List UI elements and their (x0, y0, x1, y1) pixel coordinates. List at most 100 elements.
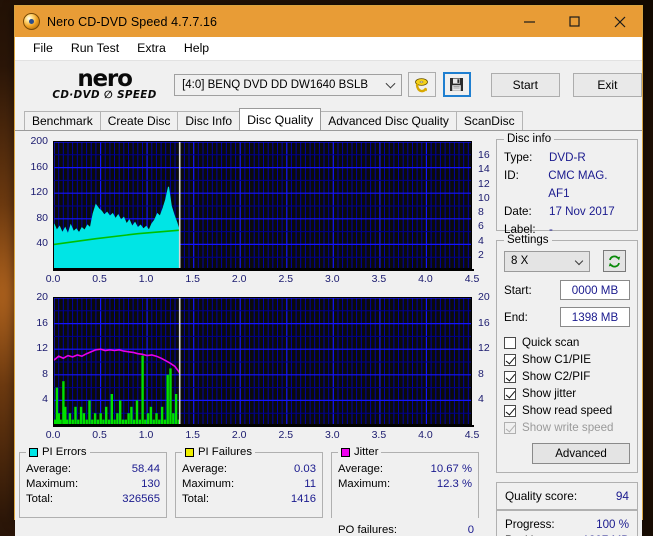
checkbox-show-jitter[interactable]: Show jitter (504, 385, 630, 402)
checkbox-show-write-speed: Show write speed (504, 419, 630, 436)
x-tick-label: 2.5 (278, 273, 294, 285)
drive-select[interactable]: [4:0] BENQ DVD DD DW1640 BSLB (174, 73, 402, 96)
window-title: Nero CD-DVD Speed 4.7.7.16 (47, 14, 218, 29)
y-tick-label: 16 (36, 316, 48, 329)
menu-help[interactable]: Help (175, 39, 218, 57)
jitter-legend: Jitter (338, 446, 382, 458)
tab-benchmark[interactable]: Benchmark (24, 111, 101, 130)
pi-failures-x-axis: 0.0 0.5 1.0 1.5 2.0 2.5 3.0 3.5 4.0 4.5 (19, 429, 506, 443)
close-icon[interactable] (597, 6, 642, 37)
window-controls (507, 6, 642, 37)
stat-row: Average: 10.67 % (338, 462, 472, 477)
pi-errors-plot-area (53, 141, 472, 269)
minimize-icon[interactable] (507, 6, 552, 37)
pi-errors-color-swatch (29, 447, 38, 457)
pi-failures-plot-area (53, 297, 472, 425)
menu-file[interactable]: File (24, 39, 62, 57)
x-tick-label: 1.0 (138, 273, 154, 285)
save-button[interactable] (442, 72, 471, 97)
pi-failures-x-axis-line (53, 425, 474, 427)
pi-errors-maximum-value: 130 (141, 478, 160, 490)
y2-tick-label: 16 (478, 316, 490, 329)
end-label: End: (504, 310, 528, 324)
po-failures-label: PO failures: (338, 524, 398, 536)
tab-disc-info[interactable]: Disc Info (177, 111, 241, 130)
checkbox-icon (504, 387, 516, 400)
jitter-maximum-value: 12.3 % (436, 478, 472, 490)
progress-row: Progress: 100 % (505, 517, 629, 533)
y2-tick-label: 2 (478, 248, 484, 261)
speed-row: 8 X (504, 250, 630, 272)
progress-box: Progress: 100 % Position: 1397 MB Speed:… (496, 510, 638, 536)
maximize-icon[interactable] (552, 6, 597, 37)
pi-failures-maximum-value: 11 (304, 478, 316, 490)
checkbox-label: Show write speed (522, 421, 614, 434)
refresh-button[interactable] (603, 250, 626, 272)
logo-subtitle: CD·DVD ∅ SPEED (52, 88, 157, 101)
exit-button[interactable]: Exit (572, 72, 642, 97)
app-window: Nero CD-DVD Speed 4.7.7.16 File Run Test… (14, 5, 643, 536)
stat-row: Average: 58.44 (26, 462, 160, 477)
checkbox-show-c2-pif[interactable]: Show C2/PIF (504, 368, 630, 385)
disc-id-value: CMC MAG. AF1 (548, 169, 608, 200)
x-tick-label: 0.0 (45, 429, 61, 441)
y-tick-label: 20 (36, 291, 48, 303)
y2-tick-label: 12 (478, 177, 490, 190)
pi-failures-average-label: Average: (182, 463, 228, 475)
x-tick-label: 3.5 (371, 429, 387, 441)
checkbox-icon (504, 336, 516, 349)
checkbox-show-read-speed[interactable]: Show read speed (504, 402, 630, 419)
x-tick-label: 2.5 (278, 429, 294, 441)
x-tick-label: 0.5 (92, 429, 107, 441)
pi-failures-title: PI Failures (198, 446, 252, 458)
pi-errors-total-label: Total: (26, 493, 54, 505)
quality-score-value: 94 (615, 489, 629, 503)
chevron-down-icon (385, 78, 396, 89)
checkbox-show-c1-pie[interactable]: Show C1/PIE (504, 351, 630, 368)
pi-failures-stats: PI Failures Average: 0.03 Maximum: 11 To… (175, 446, 323, 518)
y2-tick-label: 6 (478, 220, 484, 233)
disc-info-row: ID: CMC MAG. AF1 (504, 167, 630, 203)
y2-tick-label: 12 (478, 342, 490, 355)
x-tick-label: 2.0 (231, 273, 247, 285)
menu-run-test[interactable]: Run Test (62, 39, 128, 57)
disc-date-value: 17 Nov 2017 (549, 205, 615, 218)
pi-errors-average-value: 58.44 (131, 463, 160, 475)
pi-failures-maximum-label: Maximum: (182, 478, 235, 490)
stat-row: Total: 326565 (26, 492, 160, 507)
advanced-button[interactable]: Advanced (532, 443, 630, 464)
charts-column: 40 80 120 160 200 2 4 6 8 10 12 14 16 0.0 0.5 1.0 1.5 2… (19, 135, 493, 536)
settings-title: Settings (504, 234, 552, 246)
speed-select-value: 8 X (511, 255, 529, 267)
disc-info-group: Disc info Type: DVD-R ID: CMC MAG. AF1 D… (496, 133, 638, 236)
checkbox-quick-scan[interactable]: Quick scan (504, 334, 630, 351)
menu-extra[interactable]: Extra (128, 39, 175, 57)
tab-scandisc[interactable]: ScanDisc (455, 111, 523, 130)
jitter-title: Jitter (354, 446, 379, 458)
logo-wordmark: nero (77, 65, 133, 92)
x-tick-label: 1.5 (185, 273, 200, 285)
start-button[interactable]: Start (490, 72, 560, 97)
pi-failures-y-axis: 4 8 12 16 20 (19, 291, 51, 425)
disc-type-label: Type: (504, 151, 533, 164)
tab-advanced-disc-quality[interactable]: Advanced Disc Quality (320, 111, 457, 130)
x-tick-label: 3.0 (324, 273, 340, 285)
po-failures-value: 0 (467, 524, 474, 536)
start-input[interactable]: 0000 MB (560, 280, 630, 300)
y2-tick-label: 8 (478, 206, 484, 219)
tab-disc-quality[interactable]: Disc Quality (239, 108, 322, 130)
pi-errors-average-label: Average: (26, 463, 72, 475)
checkbox-label: Show C1/PIE (522, 353, 591, 366)
checkbox-label: Show read speed (522, 404, 613, 417)
y-tick-label: 12 (36, 342, 48, 355)
tab-create-disc[interactable]: Create Disc (99, 111, 179, 130)
eject-disc-button[interactable] (407, 72, 436, 97)
drive-select-value: [4:0] BENQ DVD DD DW1640 BSLB (182, 78, 369, 91)
start-label: Start: (504, 283, 532, 297)
speed-select[interactable]: 8 X (504, 250, 590, 272)
progress-label: Progress: (505, 518, 555, 531)
chevron-down-icon (574, 256, 584, 265)
pi-failures-jitter-chart: 4 8 12 16 20 4 8 12 16 20 0.0 0.5 1.0 1.5 2.0 2.5 3.0 3… (19, 291, 493, 446)
end-input[interactable]: 1398 MB (560, 307, 630, 327)
pi-errors-legend: PI Errors (26, 446, 90, 458)
